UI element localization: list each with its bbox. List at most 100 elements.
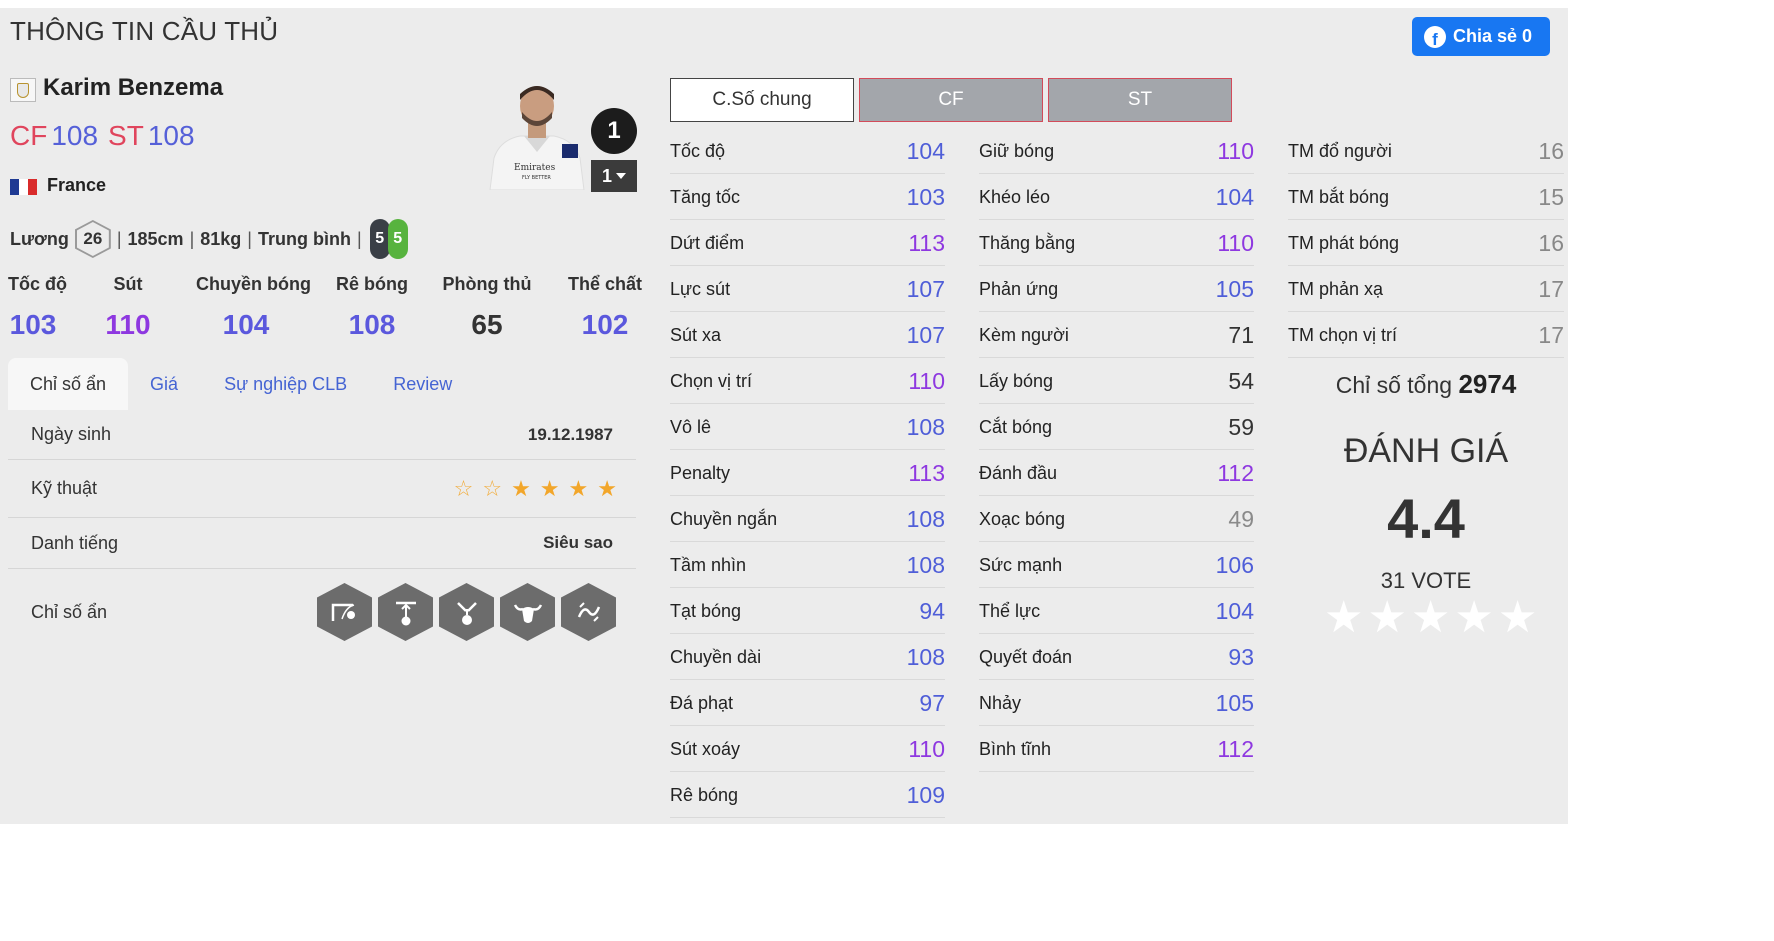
main-stats: Tốc độ 103 Sút 110 Chuyền bóng 104 Rê bó…	[8, 274, 642, 344]
stat-value: 107	[906, 276, 945, 302]
stat-row: Chuyền ngắn 108	[670, 496, 945, 542]
main-stat-label: Thể chất	[567, 274, 642, 294]
stat-label: TM bắt bóng	[1288, 187, 1390, 207]
stat-value: 108	[906, 506, 945, 532]
main-stat-value: 110	[105, 309, 151, 340]
stats-column-2: Giữ bóng 110 Khéo léo 104 Thăng bằng 110 Phản …	[979, 128, 1254, 772]
stat-value: 113	[908, 460, 945, 486]
stat-label: Chọn vị trí	[670, 371, 753, 391]
tab-review[interactable]: Review	[371, 358, 474, 410]
stat-row: Vô lê 108	[670, 404, 945, 450]
stat-row: Tăng tốc 103	[670, 174, 945, 220]
rate-star-icon[interactable]: ★	[1367, 596, 1406, 640]
tab-position-cf[interactable]: CF	[859, 78, 1043, 122]
stat-value: 113	[908, 230, 945, 256]
rating-score: 4.4	[1387, 487, 1465, 550]
player-name: Karim Benzema	[43, 74, 224, 101]
club-badge-icon	[10, 78, 36, 102]
rate-star-icon[interactable]: ★	[1454, 596, 1493, 640]
skill-label: Kỹ thuật	[31, 478, 98, 498]
tab-price[interactable]: Giá	[128, 358, 200, 410]
star-empty-icon: ☆	[482, 475, 503, 501]
rate-star-icon[interactable]: ★	[1324, 596, 1363, 640]
separator: |	[247, 228, 252, 249]
salary-label: Lương	[10, 228, 69, 249]
stat-label: Sức mạnh	[979, 555, 1063, 575]
trait-icons	[317, 583, 616, 641]
position-rating: 108	[51, 120, 99, 151]
left-foot-icon: 5	[369, 219, 390, 259]
stat-value: 109	[906, 782, 945, 808]
stat-row: Sút xoáy 110	[670, 726, 945, 772]
stat-value: 104	[1215, 184, 1254, 210]
skill-row: Kỹ thuật ☆ ☆ ★ ★ ★ ★	[8, 460, 636, 518]
rating-title: ĐÁNH GIÁ	[1343, 432, 1509, 470]
stat-row: Rê bóng 109	[670, 772, 945, 818]
main-stat-pace: Tốc độ 103	[8, 274, 67, 341]
star-filled-icon: ★	[597, 475, 617, 501]
star-empty-icon: ☆	[453, 475, 474, 501]
weight: 81kg	[200, 228, 242, 249]
caret-down-icon	[616, 173, 626, 179]
tab-position-st[interactable]: ST	[1048, 78, 1232, 122]
stat-row: Giữ bóng 110	[979, 128, 1254, 174]
stat-value: 16	[1538, 230, 1564, 256]
stat-label: Cắt bóng	[979, 417, 1053, 437]
main-stat-passing: Chuyền bóng 104	[196, 274, 311, 341]
fame-row: Danh tiếng Siêu sao	[8, 518, 636, 569]
stat-row: TM phát bóng 16	[1288, 220, 1564, 266]
main-stat-value: 108	[348, 309, 396, 340]
stat-value: 106	[1215, 552, 1254, 578]
stat-label: Dứt điểm	[670, 233, 745, 253]
main-stat-physical: Thể chất 102	[566, 274, 644, 341]
tab-general-stats[interactable]: C.Số chung	[670, 78, 854, 122]
dribbler-icon[interactable]	[561, 583, 616, 641]
rate-star-icon[interactable]: ★	[1498, 596, 1537, 640]
stat-row: Kèm người 71	[979, 312, 1254, 358]
stat-label: Vô lê	[670, 417, 712, 437]
svg-text:FLY BETTER: FLY BETTER	[522, 175, 551, 181]
rate-star-icon[interactable]: ★	[1411, 596, 1450, 640]
stat-row: Sút xa 107	[670, 312, 945, 358]
stat-value: 105	[1215, 276, 1254, 302]
chip-shot-icon[interactable]	[317, 583, 372, 641]
foot-ratings: 5 5	[369, 219, 408, 259]
stat-value: 16	[1538, 138, 1564, 164]
stats-column-goalkeeping: TM đổ người 16 TM bắt bóng 15 TM phát bóng 16…	[1288, 128, 1564, 358]
salary-value: 26	[76, 222, 109, 256]
stat-value: 17	[1538, 322, 1564, 348]
facebook-share-button[interactable]: f Chia sẻ 0	[1412, 17, 1550, 56]
vote-count: 31 VOTE	[1380, 568, 1472, 593]
stat-label: Tạt bóng	[670, 601, 742, 621]
stat-value: 17	[1538, 276, 1564, 302]
tab-hidden-stats[interactable]: Chỉ số ẩn	[8, 358, 129, 410]
stat-label: Đá phạt	[670, 693, 734, 713]
stat-label: Thăng bằng	[979, 233, 1076, 253]
stat-value: 104	[906, 138, 945, 164]
stat-label: Tăng tốc	[670, 187, 741, 207]
fame-value: Siêu sao	[543, 533, 613, 552]
main-stat-shooting: Sút 110	[98, 274, 158, 341]
main-stat-defending: Phòng thủ 65	[442, 274, 532, 341]
main-stat-label: Rê bóng	[336, 274, 408, 294]
stat-label: Xoạc bóng	[979, 509, 1066, 529]
stat-row: Penalty 113	[670, 450, 945, 496]
stat-value: 107	[906, 322, 945, 348]
share-label: Chia sẻ 0	[1453, 26, 1533, 46]
power-header-icon[interactable]	[378, 583, 433, 641]
stat-label: Khéo léo	[979, 187, 1051, 207]
bull-icon[interactable]	[500, 583, 555, 641]
stat-row: Tạt bóng 94	[670, 588, 945, 634]
right-foot-icon: 5	[387, 219, 408, 259]
stat-label: Giữ bóng	[979, 141, 1055, 161]
upgrade-level-select[interactable]: 1	[591, 160, 637, 192]
separator: |	[189, 228, 195, 249]
stat-row: Đá phạt 97	[670, 680, 945, 726]
stat-label: Lấy bóng	[979, 371, 1054, 391]
tab-content: Ngày sinh 19.12.1987 Kỹ thuật ☆ ☆ ★ ★ ★ ★ Dan…	[8, 410, 636, 641]
main-stat-label: Chuyền bóng	[196, 274, 311, 294]
stat-label: Nhảy	[979, 693, 1022, 713]
stat-value: 112	[1217, 736, 1254, 762]
flair-icon[interactable]	[439, 583, 494, 641]
tab-club-career[interactable]: Sự nghiệp CLB	[200, 358, 371, 410]
